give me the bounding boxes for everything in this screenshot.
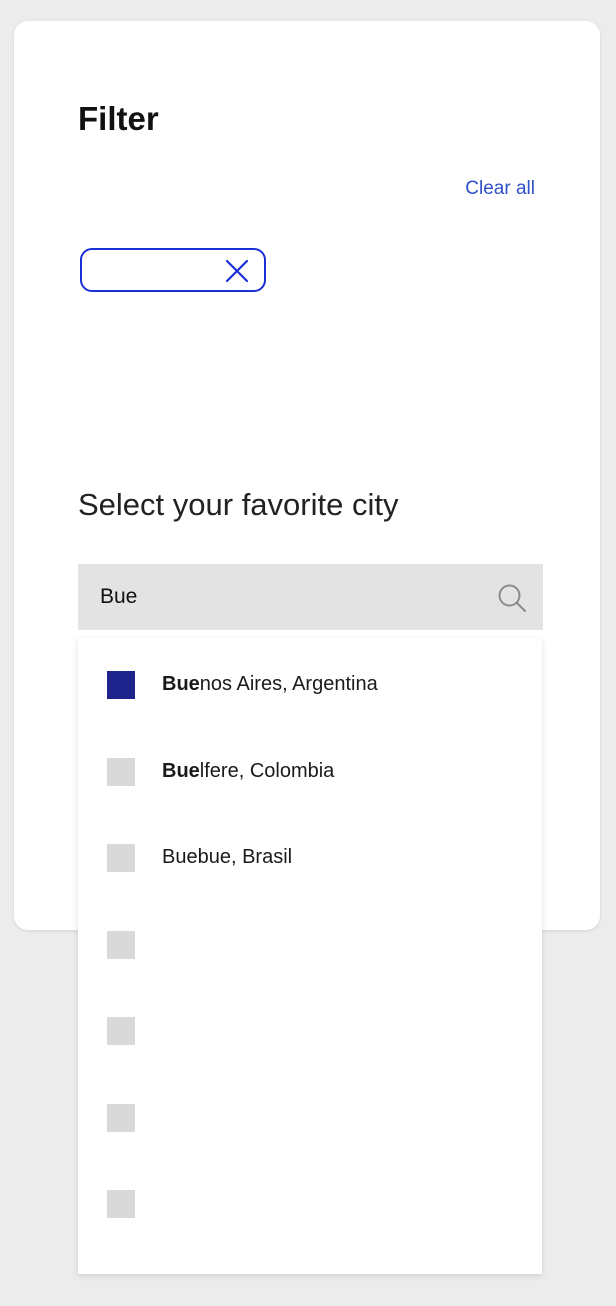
city-search <box>78 564 543 630</box>
city-option-label: Buenos Aires, Argentina <box>162 673 378 696</box>
city-option[interactable]: Buelfere, Colombia <box>78 725 542 812</box>
city-option[interactable]: Buenos Aires, Argentina <box>78 638 542 725</box>
city-option[interactable]: Buebue, Brasil <box>78 811 542 898</box>
checkbox[interactable] <box>107 1103 135 1132</box>
checkbox[interactable] <box>107 844 135 872</box>
city-option[interactable] <box>78 1157 542 1244</box>
search-icon[interactable] <box>497 583 527 613</box>
city-option-label: Buelfere, Colombia <box>162 760 334 783</box>
checkbox-checked[interactable] <box>107 671 135 699</box>
city-select-title: Select your favorite city <box>78 487 399 522</box>
clear-all-link[interactable]: Clear all <box>465 178 535 200</box>
checkbox[interactable] <box>107 1190 135 1218</box>
city-option-label: Buebue, Brasil <box>162 846 292 869</box>
filter-chip[interactable] <box>80 248 266 292</box>
city-option[interactable] <box>78 984 542 1071</box>
option-rest: nos Aires, Argentina <box>199 673 378 695</box>
checkbox[interactable] <box>107 930 135 959</box>
option-rest: lfere, Colombia <box>199 759 335 782</box>
option-match: Bue <box>162 673 200 695</box>
city-option[interactable] <box>78 1071 542 1158</box>
option-rest: Buebue, Brasil <box>162 846 293 868</box>
search-input[interactable] <box>78 564 543 630</box>
filter-title: Filter <box>78 100 159 137</box>
city-option[interactable] <box>78 898 542 985</box>
checkbox[interactable] <box>107 1017 135 1045</box>
checkbox[interactable] <box>107 757 135 786</box>
city-dropdown: Buenos Aires, Argentina Buelfere, Colomb… <box>78 638 542 1274</box>
close-icon[interactable] <box>224 258 250 284</box>
option-match: Bue <box>162 759 200 782</box>
